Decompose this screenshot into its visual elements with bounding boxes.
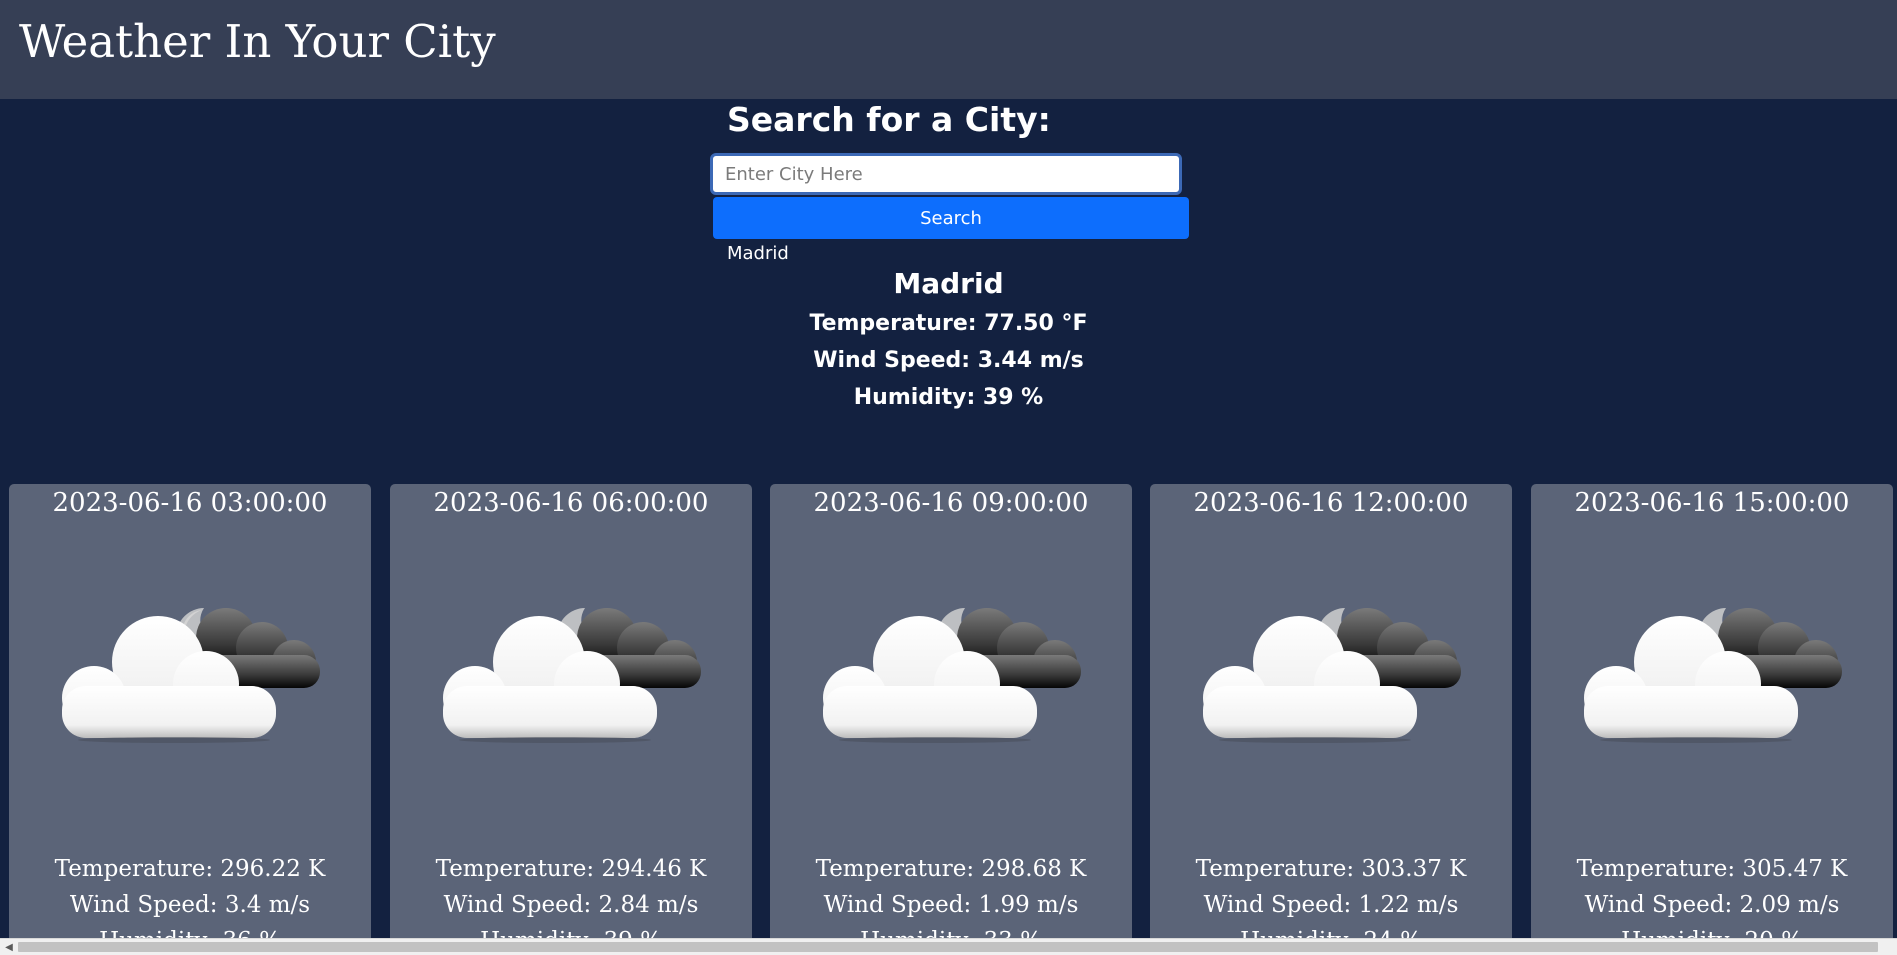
forecast-card: 2023-06-16 15:00:00 Temperature: 305.47: [1531, 484, 1893, 944]
forecast-date: 2023-06-16 12:00:00: [1193, 488, 1469, 518]
scrollbar-thumb[interactable]: [18, 942, 1878, 952]
forecast-temperature: Temperature: 298.68 K: [815, 856, 1087, 882]
forecast-wind-speed: Wind Speed: 2.84 m/s: [443, 892, 699, 918]
forecast-card: 2023-06-16 03:00:00 Temperature: 296.22 …: [9, 484, 371, 944]
app-title: Weather In Your City: [19, 15, 496, 68]
partly-cloudy-night-icon: [1203, 608, 1461, 743]
forecast-temperature: Temperature: 294.46 K: [435, 856, 707, 882]
forecast-date: 2023-06-16 15:00:00: [1574, 488, 1850, 518]
partly-cloudy-night-icon: [443, 608, 701, 743]
partly-cloudy-night-icon: [1584, 608, 1842, 743]
forecast-date: 2023-06-16 09:00:00: [813, 488, 1089, 518]
forecast-row: 2023-06-16 03:00:00 Temperature: 296.22 …: [0, 0, 1897, 955]
forecast-date: 2023-06-16 06:00:00: [433, 488, 709, 518]
search-button[interactable]: Search: [713, 197, 1189, 239]
forecast-wind-speed: Wind Speed: 3.4 m/s: [69, 892, 311, 918]
forecast-wind-speed: Wind Speed: 1.99 m/s: [823, 892, 1079, 918]
forecast-card: 2023-06-16 09:00:00 Temperature: 298.68: [770, 484, 1132, 944]
forecast-wind-speed: Wind Speed: 1.22 m/s: [1203, 892, 1459, 918]
current-wind-speed: Wind Speed: 3.44 m/s: [813, 348, 1084, 373]
forecast-temperature: Temperature: 296.22 K: [54, 856, 326, 882]
partly-cloudy-night-icon: [823, 608, 1081, 743]
current-temperature: Temperature: 77.50 °F: [809, 311, 1088, 336]
horizontal-scrollbar[interactable]: ◀: [0, 938, 1897, 955]
forecast-temperature: Temperature: 303.37 K: [1195, 856, 1467, 882]
search-history-item[interactable]: Madrid: [727, 243, 789, 264]
current-city-name: Madrid: [893, 267, 1004, 300]
partly-cloudy-night-icon: [62, 608, 320, 743]
forecast-wind-speed: Wind Speed: 2.09 m/s: [1584, 892, 1840, 918]
forecast-card: 2023-06-16 12:00:00 Temperature: 303.37: [1150, 484, 1512, 944]
header-bar: Weather In Your City: [0, 0, 1897, 99]
search-heading: Search for a City:: [727, 100, 1051, 139]
current-humidity: Humidity: 39 %: [853, 385, 1044, 410]
scroll-left-arrow-icon[interactable]: ◀: [2, 940, 16, 955]
forecast-date: 2023-06-16 03:00:00: [52, 488, 328, 518]
city-search-input[interactable]: [710, 153, 1182, 195]
forecast-card: 2023-06-16 06:00:00 Temperature: 294.46: [390, 484, 752, 944]
forecast-temperature: Temperature: 305.47 K: [1576, 856, 1848, 882]
